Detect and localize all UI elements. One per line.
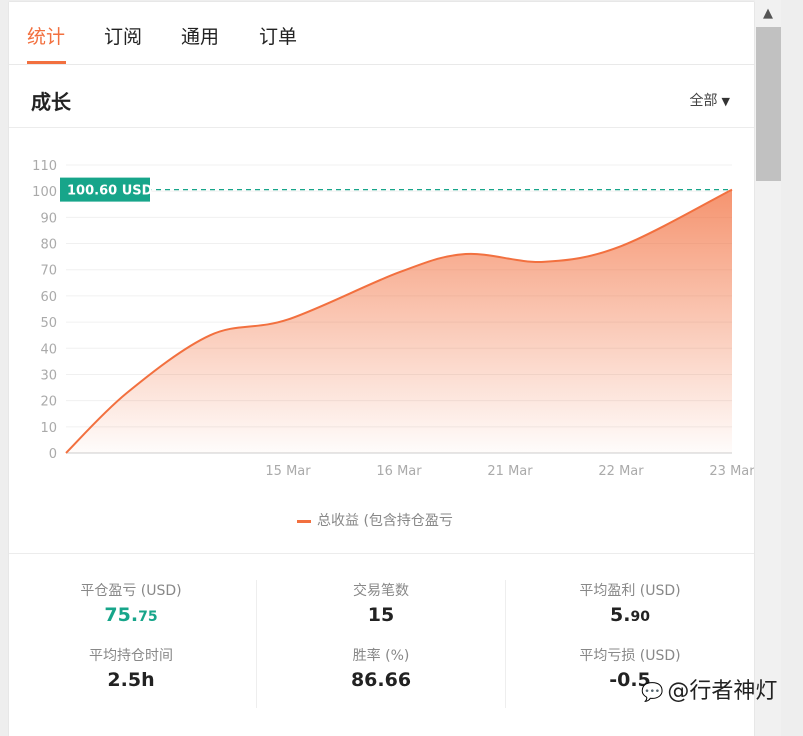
y-tick-label: 100 [32,185,57,200]
stat-value: 5.90 [610,604,650,626]
stat-label: 平均盈利 (USD) [579,583,681,599]
series-area [66,189,732,454]
x-tick-label: 15 Mar [265,464,311,479]
stat-win-rate: 胜率 (%) 86.66 [286,645,476,691]
watermark-text: @行者神灯 [667,679,778,704]
y-tick-label: 90 [40,211,57,226]
stat-label: 交易笔数 [353,583,409,599]
chart-legend[interactable]: 总收益 (包含持仓盈亏 [297,510,453,530]
stat-label: 平均持仓时间 [89,648,173,664]
stat-label: 平均亏损 (USD) [579,648,681,664]
stat-value: 2.5h [107,669,155,691]
y-tick-label: 70 [40,264,57,279]
stat-avg-hold-time: 平均持仓时间 2.5h [36,645,226,691]
y-tick-label: 60 [40,290,57,305]
column-divider [256,580,257,708]
growth-chart: 0 10 20 30 40 50 60 70 80 90 100 110 15 Mar 16 Mar 21… [32,159,754,479]
stat-label: 平仓盈亏 (USD) [80,583,182,599]
stat-label: 胜率 (%) [352,648,410,664]
y-tick-label: 40 [40,342,57,357]
x-tick-label: 16 Mar [376,464,422,479]
y-tick-label: 0 [49,447,57,462]
stat-trade-count: 交易笔数 15 [286,580,476,626]
stat-value: 15 [367,604,395,626]
x-tick-label: 23 Mar [709,464,754,479]
y-tick-label: 50 [40,316,57,331]
scrollbar-thumb[interactable] [756,27,781,181]
y-tick-label: 110 [32,159,57,174]
legend-label: 总收益 (包含持仓盈亏 [317,513,453,529]
watermark: 💬 @行者神灯 [641,673,777,705]
y-tick-label: 80 [40,238,57,253]
stat-closed-pnl: 平仓盈亏 (USD) 75.75 [36,580,226,626]
y-tick-label: 20 [40,395,57,410]
stat-value: 86.66 [350,669,412,691]
legend-swatch [297,519,311,523]
chat-bubble-icon: 💬 [641,682,664,703]
stat-avg-profit: 平均盈利 (USD) 5.90 [535,580,725,626]
vertical-scrollbar[interactable]: ▲ [755,0,781,736]
scroll-up-icon[interactable]: ▲ [755,0,781,26]
reference-value-label: 100.60 USD [67,184,153,199]
x-tick-label: 21 Mar [487,464,533,479]
stat-value: 75.75 [104,604,158,626]
column-divider [505,580,506,708]
y-tick-label: 30 [40,368,57,383]
x-tick-label: 22 Mar [598,464,644,479]
stats-panel: 统计 订阅 通用 订单 成长 全部 ▼ 0 10 20 30 40 50 60 70 80 90 10… [9,2,754,736]
y-tick-label: 10 [40,421,57,436]
divider [9,553,754,554]
